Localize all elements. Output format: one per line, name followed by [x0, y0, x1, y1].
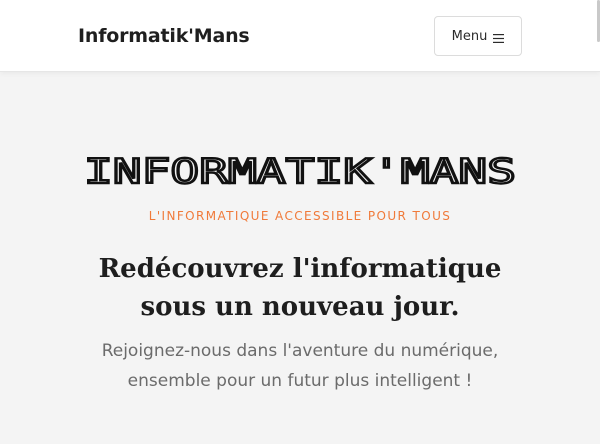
hero-subtitle-line-1: Rejoignez-nous dans l'aventure du numéri…	[101, 341, 499, 361]
hero-section: INFORMATIK'MANS L'INFORMATIQUE ACCESSIBL…	[0, 72, 600, 444]
hero-subtitle-line-2: ensemble pour un futur plus intelligent …	[127, 371, 473, 391]
hamburger-icon	[493, 32, 505, 43]
hero-title-line-1: Redécouvrez l'informatique	[98, 254, 502, 284]
hero-title: Redécouvrez l'informatique sous un nouve…	[0, 250, 600, 326]
hero-title-line-2: sous un nouveau jour.	[140, 292, 460, 322]
site-logo-text: INFORMATIK'MANS	[84, 152, 516, 192]
hero-subtitle: Rejoignez-nous dans l'aventure du numéri…	[0, 336, 600, 396]
site-logo: INFORMATIK'MANS	[83, 152, 517, 192]
tagline: L'INFORMATIQUE ACCESSIBLE POUR TOUS	[148, 209, 452, 223]
brand-link[interactable]: Informatik'Mans	[78, 23, 250, 49]
navbar: Informatik'Mans Menu	[0, 0, 600, 72]
menu-button[interactable]: Menu	[434, 16, 522, 56]
menu-label: Menu	[451, 28, 488, 44]
